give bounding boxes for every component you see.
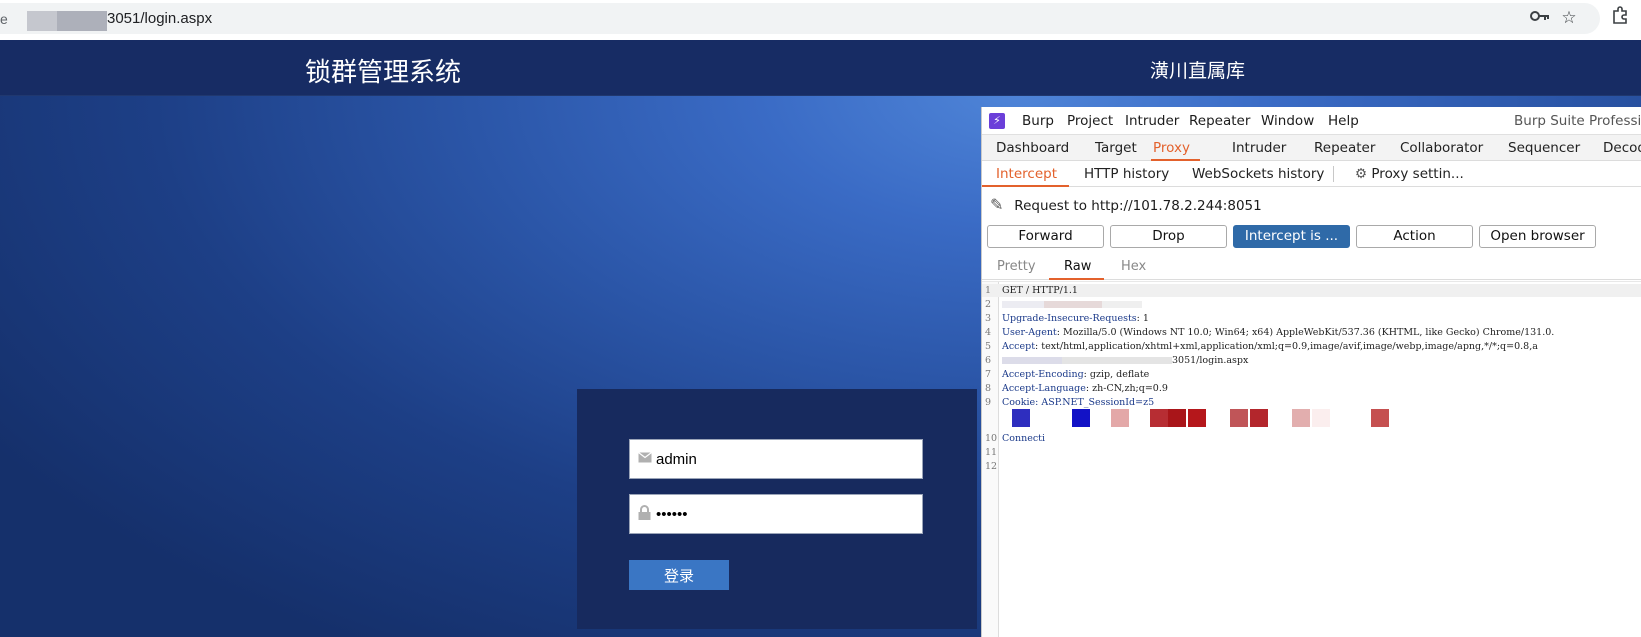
redaction-block	[1111, 409, 1129, 427]
username-input[interactable]	[656, 448, 906, 470]
subtab-divider	[1333, 166, 1334, 182]
redacted-host-part-1	[27, 11, 57, 31]
action-button[interactable]: Action	[1356, 225, 1473, 248]
forward-button[interactable]: Forward	[987, 225, 1104, 248]
view-tab-raw-underline	[1049, 278, 1104, 280]
page-header: 锁群管理系统 潢川直属库	[0, 40, 1641, 96]
redacted-host-part-2	[57, 11, 107, 31]
address-bar-edge-text: e	[0, 11, 8, 27]
redacted-cookie-value	[982, 409, 1641, 431]
message-view-tabs: Pretty Raw Hex	[982, 252, 1641, 280]
request-editor[interactable]: 1 GET / HTTP/1.1 2 3 Upgrade-Insecure-Re…	[982, 281, 1641, 637]
redaction-block	[1312, 409, 1330, 427]
tab-collaborator[interactable]: Collaborator	[1400, 140, 1483, 156]
subtab-http-history[interactable]: HTTP history	[1084, 166, 1169, 182]
view-tab-raw[interactable]: Raw	[1064, 259, 1091, 274]
tab-sequencer[interactable]: Sequencer	[1508, 140, 1580, 156]
star-icon[interactable]: ☆	[1557, 6, 1581, 30]
request-line: 6 3051/login.aspx	[985, 355, 1249, 366]
redaction-block	[1371, 409, 1389, 427]
menu-project[interactable]: Project	[1067, 113, 1113, 129]
menu-burp[interactable]: Burp	[1022, 113, 1054, 129]
password-input[interactable]	[656, 503, 906, 525]
redaction-block	[1072, 409, 1090, 427]
tab-proxy[interactable]: Proxy	[1153, 140, 1190, 156]
menu-intruder[interactable]: Intruder	[1125, 113, 1179, 129]
request-line: 1 GET / HTTP/1.1	[982, 284, 1641, 297]
redacted-host-line	[1002, 298, 1142, 311]
request-line: 8 Accept-Language: zh-CN,zh;q=0.9	[985, 383, 1168, 394]
login-form: 登录	[577, 389, 977, 629]
browser-toolbar: e 3051/login.aspx ☆	[0, 0, 1641, 37]
redaction-block	[1168, 409, 1186, 427]
redaction-block	[1250, 409, 1268, 427]
menu-repeater[interactable]: Repeater	[1189, 113, 1250, 129]
tab-repeater[interactable]: Repeater	[1314, 140, 1375, 156]
subtab-intercept[interactable]: Intercept	[996, 166, 1057, 182]
intercept-toggle-button[interactable]: Intercept is ...	[1233, 225, 1350, 248]
subtab-websockets-history[interactable]: WebSockets history	[1192, 166, 1324, 182]
address-bar[interactable]: e 3051/login.aspx	[0, 3, 1600, 34]
request-line: 2	[982, 298, 1641, 311]
request-line: 9 Cookie: ASP.NET_SessionId=z5	[985, 397, 1155, 408]
burp-logo-icon: ⚡	[989, 113, 1005, 129]
proxy-sub-tabs: Intercept HTTP history WebSockets histor…	[982, 161, 1641, 187]
burp-suite-window: ⚡ Burp Project Intruder Repeater Window …	[981, 107, 1641, 637]
menu-window[interactable]: Window	[1261, 113, 1314, 129]
gear-icon: ⚙	[1355, 166, 1368, 182]
redaction-block	[1012, 409, 1030, 427]
burp-menubar: ⚡ Burp Project Intruder Repeater Window …	[982, 107, 1641, 135]
view-tab-pretty[interactable]: Pretty	[997, 259, 1036, 274]
request-line: 10 Connecti	[985, 433, 1046, 444]
url-text: 3051/login.aspx	[107, 10, 213, 27]
login-button[interactable]: 登录	[629, 560, 729, 590]
extensions-icon[interactable]	[1608, 6, 1632, 30]
system-title: 锁群管理系统	[305, 58, 462, 88]
redaction-block	[1292, 409, 1310, 427]
redaction-block	[1230, 409, 1248, 427]
key-icon[interactable]	[1528, 6, 1552, 30]
password-field[interactable]	[629, 494, 923, 534]
mail-icon	[638, 450, 654, 466]
tab-decoder[interactable]: Decod	[1603, 140, 1641, 156]
tab-target[interactable]: Target	[1095, 140, 1137, 156]
redaction-block	[1188, 409, 1206, 427]
menu-help[interactable]: Help	[1328, 113, 1359, 129]
unit-name: 潢川直属库	[1150, 60, 1246, 82]
request-line: 12	[985, 461, 998, 472]
username-field[interactable]	[629, 439, 923, 479]
lock-icon	[638, 505, 654, 521]
request-line: 4 User-Agent: Mozilla/5.0 (Windows NT 10…	[985, 327, 1555, 338]
window-title: Burp Suite Professio	[1514, 113, 1641, 129]
request-line: 7 Accept-Encoding: gzip, deflate	[985, 369, 1150, 380]
request-line: 5 Accept: text/html,application/xhtml+xm…	[985, 341, 1538, 352]
request-target: ✎ Request to http://101.78.2.244:8051	[990, 195, 1262, 214]
tab-dashboard[interactable]: Dashboard	[996, 140, 1069, 156]
proxy-settings-label: Proxy settin...	[1371, 166, 1464, 182]
drop-button[interactable]: Drop	[1110, 225, 1227, 248]
main-tabs: Dashboard Target Proxy Intruder Repeater…	[982, 135, 1641, 161]
pencil-icon[interactable]: ✎	[990, 195, 1010, 214]
tab-intruder[interactable]: Intruder	[1232, 140, 1286, 156]
request-target-text: Request to http://101.78.2.244:8051	[1014, 198, 1262, 214]
subtab-intercept-underline	[982, 185, 1069, 187]
proxy-settings-button[interactable]: ⚙ Proxy settin...	[1355, 166, 1464, 182]
open-browser-button[interactable]: Open browser	[1479, 225, 1596, 248]
request-line: 11	[985, 447, 998, 458]
request-line: 3 Upgrade-Insecure-Requests: 1	[985, 313, 1149, 324]
redaction-block	[1150, 409, 1168, 427]
view-tab-hex[interactable]: Hex	[1121, 259, 1146, 274]
